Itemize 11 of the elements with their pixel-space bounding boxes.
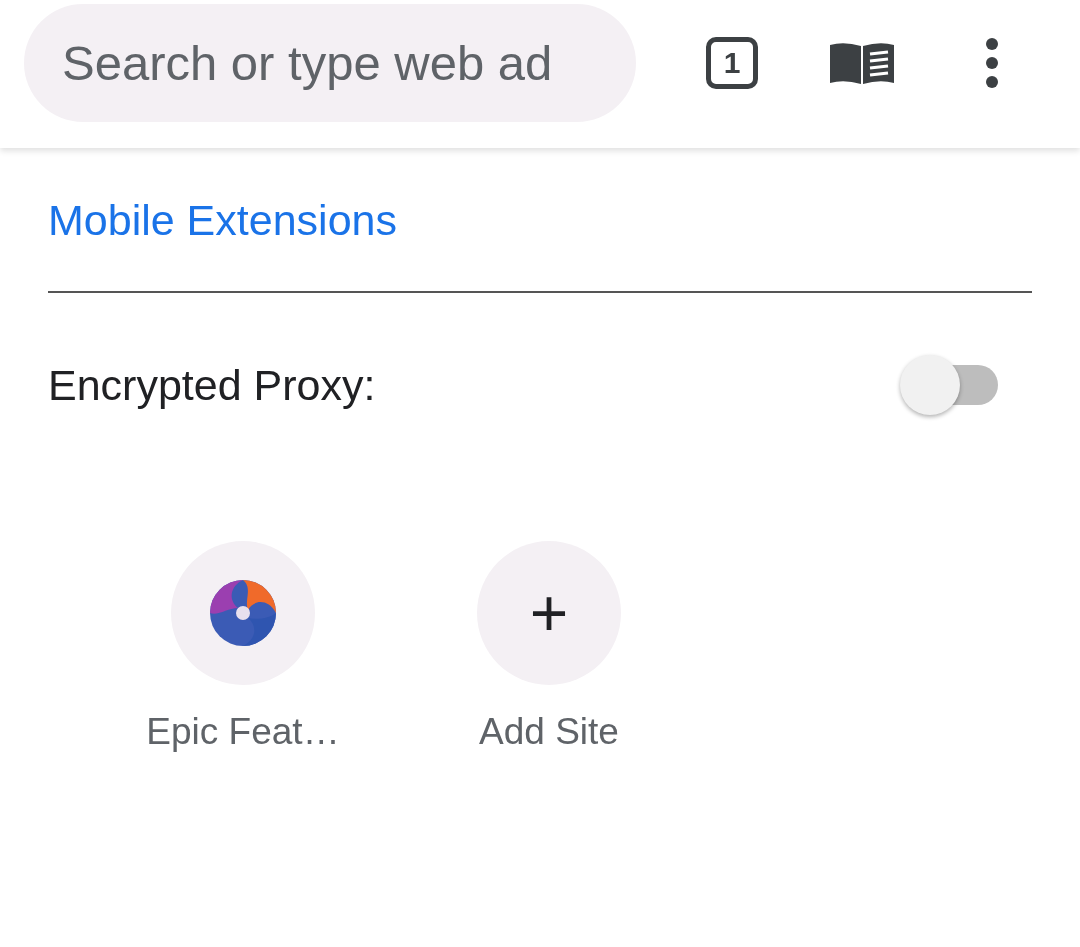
toggle-switch[interactable] bbox=[900, 355, 998, 415]
address-field[interactable]: Search or type web ad bbox=[24, 4, 636, 122]
setting-label: Encrypted Proxy: bbox=[48, 360, 376, 410]
shortcut-label: Add Site bbox=[479, 711, 619, 753]
swirl-icon bbox=[208, 578, 278, 648]
section-title: Mobile Extensions bbox=[48, 195, 398, 243]
shortcut-label: Epic Feat… bbox=[146, 711, 340, 753]
tab-count-button[interactable]: 1 bbox=[706, 37, 758, 89]
add-site-button[interactable]: + bbox=[477, 541, 621, 685]
menu-icon[interactable] bbox=[984, 37, 1000, 89]
book-icon[interactable] bbox=[828, 41, 896, 85]
